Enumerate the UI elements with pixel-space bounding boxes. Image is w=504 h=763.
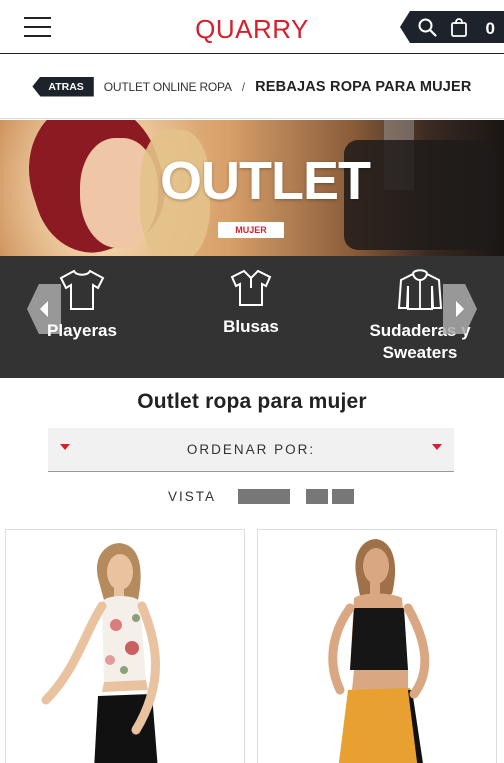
tshirt-icon	[59, 269, 105, 310]
breadcrumb-separator: /	[241, 79, 246, 94]
product-image	[328, 539, 430, 763]
header-tools: 0	[400, 11, 504, 43]
sort-dropdown[interactable]: ORDENAR POR:	[48, 428, 454, 472]
category-blusas[interactable]: Blusas	[206, 268, 296, 338]
view-switcher: VISTA	[168, 487, 355, 505]
view-label: VISTA	[168, 488, 217, 504]
category-label: Blusas	[223, 317, 279, 336]
sort-label: ORDENAR POR:	[186, 442, 316, 457]
breadcrumb: ATRAS OUTLET ONLINE ROPA / REBAJAS ROPA …	[0, 55, 504, 119]
outlet-banner[interactable]: OUTLET MUJER	[0, 120, 504, 256]
cart-count[interactable]: 0	[486, 19, 495, 39]
category-playeras[interactable]: Playeras	[34, 268, 130, 342]
product-card[interactable]	[5, 529, 245, 763]
breadcrumb-current: REBAJAS ROPA PARA MUJER	[255, 78, 472, 95]
category-carousel: Playeras Blusas Sudaderas y Sweaters	[0, 256, 504, 378]
page-title: Outlet ropa para mujer	[137, 390, 367, 413]
back-button[interactable]: ATRAS	[32, 76, 94, 97]
search-icon[interactable]	[414, 11, 440, 43]
menu-icon[interactable]	[24, 17, 51, 37]
product-card[interactable]	[257, 529, 497, 763]
banner-title: OUTLET	[160, 151, 371, 211]
top-header: QUARRY 0	[0, 0, 504, 54]
category-label: Playeras	[47, 321, 117, 340]
product-image	[41, 543, 160, 763]
caret-down-icon	[432, 444, 442, 450]
hoodie-icon	[397, 269, 443, 310]
single-column-view-icon[interactable]	[238, 488, 291, 504]
polo-blouse-icon	[230, 269, 272, 306]
banner-badge[interactable]: MUJER	[218, 222, 284, 238]
shopping-bag-icon[interactable]	[446, 11, 472, 43]
grid-view-icon[interactable]	[306, 488, 355, 504]
breadcrumb-link-outlet[interactable]: OUTLET ONLINE ROPA	[104, 80, 232, 94]
